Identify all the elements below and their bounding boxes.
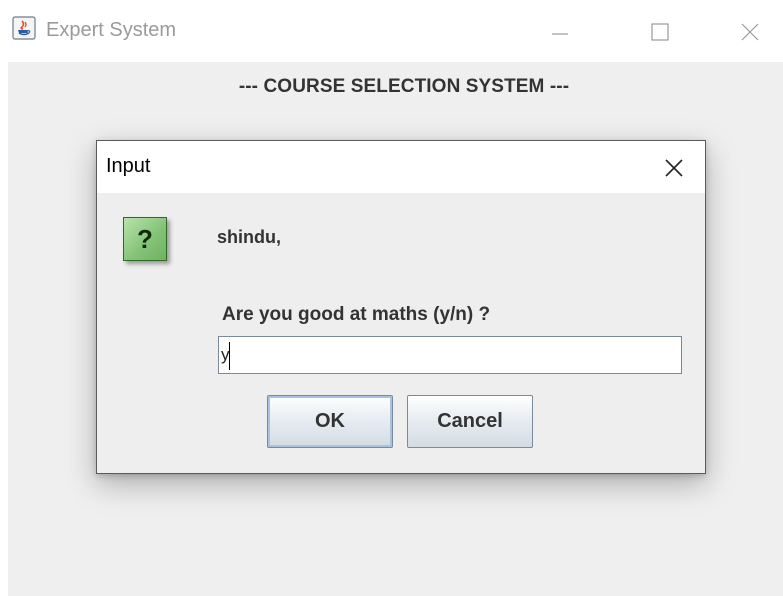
cancel-button[interactable]: Cancel — [407, 395, 533, 448]
ok-button[interactable]: OK — [267, 395, 393, 448]
window-title: Expert System — [46, 19, 177, 41]
java-coffee-icon — [12, 16, 36, 40]
text-caret — [229, 342, 230, 370]
close-icon[interactable] — [732, 14, 768, 50]
page-title: --- COURSE SELECTION SYSTEM --- — [238, 76, 570, 97]
minimize-icon[interactable] — [542, 14, 578, 50]
question-label: Are you good at maths (y/n) ? — [222, 304, 491, 325]
question-icon: ? — [123, 217, 167, 261]
maximize-icon[interactable] — [642, 14, 678, 50]
dialog-titlebar[interactable]: Input — [97, 141, 705, 193]
input-dialog: Input ? shindu, Are you good at maths (y… — [96, 140, 706, 474]
dialog-title: Input — [106, 155, 151, 177]
message-name-line: shindu, — [217, 227, 281, 247]
answer-input[interactable] — [218, 336, 682, 374]
window-titlebar[interactable]: Expert System — [0, 0, 783, 62]
dialog-close-icon[interactable] — [659, 153, 689, 183]
